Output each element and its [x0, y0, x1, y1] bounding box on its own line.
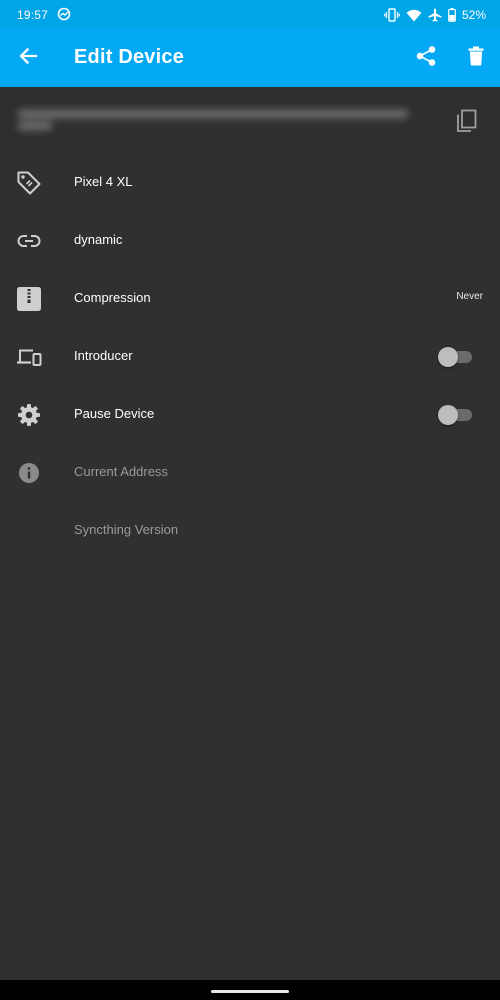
addresses-label: dynamic	[74, 232, 123, 247]
pause-device-row[interactable]: Pause Device	[0, 386, 500, 444]
airplane-mode-icon	[428, 8, 442, 22]
vibrate-icon	[384, 8, 400, 22]
compression-row[interactable]: Compression Never	[0, 270, 500, 328]
battery-percent: 52%	[461, 8, 486, 22]
status-time: 19:57	[17, 8, 49, 22]
introducer-toggle[interactable]	[438, 347, 474, 367]
delete-icon	[468, 46, 484, 71]
device-name-label: Pixel 4 XL	[74, 174, 133, 189]
current-address-label: Current Address	[74, 464, 168, 479]
addresses-row[interactable]: dynamic	[0, 212, 500, 270]
app-bar: Edit Device	[0, 29, 500, 87]
device-id-obscured	[10, 107, 430, 131]
compression-value: Never	[456, 291, 483, 302]
toggle-thumb	[438, 405, 458, 425]
device-id-row[interactable]	[0, 87, 500, 157]
back-arrow-icon	[18, 46, 38, 71]
navigation-bar	[0, 980, 500, 1000]
tag-icon	[16, 170, 42, 196]
device-name-row[interactable]: Pixel 4 XL	[0, 154, 500, 212]
pause-device-label: Pause Device	[74, 406, 155, 421]
status-bar: 19:57 52%	[0, 0, 500, 29]
gear-icon	[16, 402, 42, 428]
compression-label: Compression	[74, 290, 151, 305]
devices-icon	[16, 344, 42, 370]
pause-device-toggle[interactable]	[438, 405, 474, 425]
info-icon	[16, 460, 42, 486]
syncthing-version-label: Syncthing Version	[74, 522, 179, 537]
syncthing-version-row: Syncthing Version	[0, 502, 500, 560]
sync-status-icon	[57, 7, 71, 21]
back-button[interactable]	[8, 38, 48, 78]
page-title: Edit Device	[74, 46, 185, 68]
copy-icon	[456, 109, 478, 138]
status-icons: 52%	[384, 6, 486, 24]
link-icon	[16, 228, 42, 254]
home-gesture-handle[interactable]	[211, 990, 289, 993]
toggle-thumb	[438, 347, 458, 367]
introducer-label: Introducer	[74, 348, 133, 363]
current-address-row: Current Address	[0, 444, 500, 502]
copy-device-id-button[interactable]	[452, 108, 482, 138]
wifi-icon	[406, 9, 422, 22]
battery-icon	[448, 8, 456, 22]
share-icon	[415, 45, 437, 72]
introducer-row[interactable]: Introducer	[0, 328, 500, 386]
delete-button[interactable]	[456, 38, 496, 78]
zip-file-icon	[16, 286, 42, 312]
share-button[interactable]	[406, 38, 446, 78]
